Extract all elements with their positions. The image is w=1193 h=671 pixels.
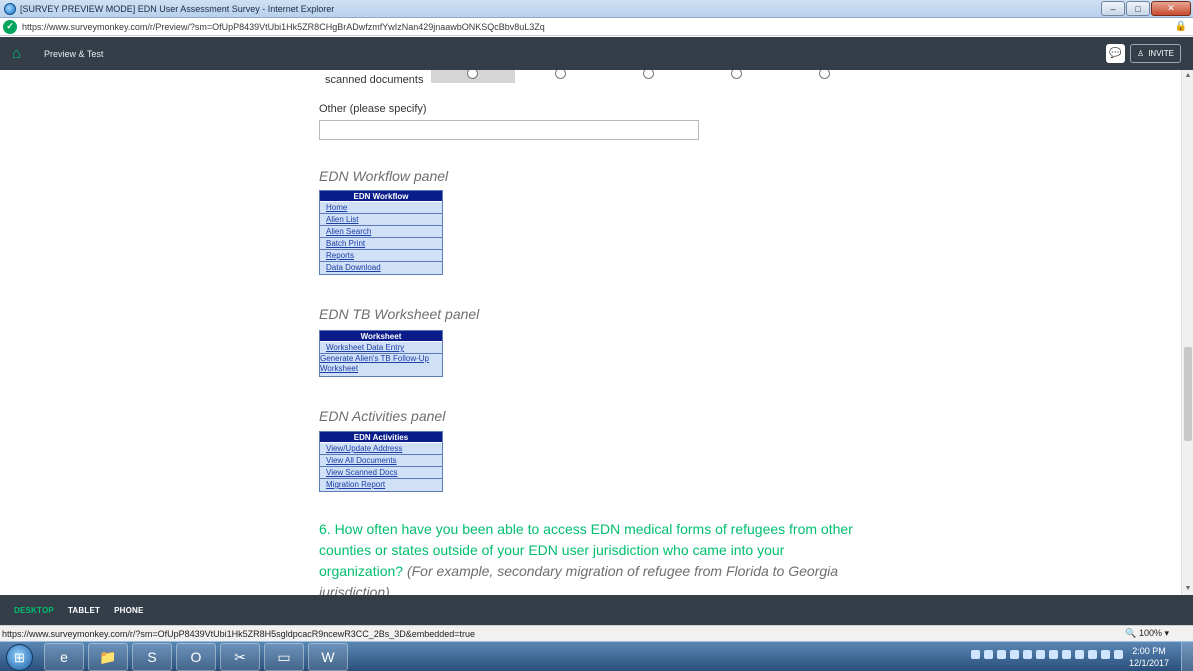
file-explorer-taskbar-icon[interactable]: 📁 — [88, 643, 128, 671]
panel-link: View/Update Address — [320, 443, 442, 455]
tab-phone[interactable]: PHONE — [114, 606, 143, 615]
question-6: 6. How often have you been able to acces… — [319, 519, 864, 595]
tab-tablet[interactable]: TABLET — [68, 606, 100, 615]
panel-link: Batch Print — [320, 238, 442, 250]
restore-button[interactable]: □ — [1126, 1, 1150, 16]
invite-label: INVITE — [1148, 49, 1174, 58]
window-controls: – □ ✕ — [1101, 1, 1191, 16]
other-label: Other (please specify) — [319, 103, 427, 115]
edn-workflow-panel-image: EDN Workflow Home Alien List Alien Searc… — [319, 190, 443, 275]
tray-icon[interactable] — [1114, 650, 1123, 659]
outlook-taskbar-icon[interactable]: O — [176, 643, 216, 671]
panel-link: View Scanned Docs — [320, 467, 442, 479]
radio-option[interactable] — [555, 70, 566, 79]
word-taskbar-icon[interactable]: W — [308, 643, 348, 671]
status-url: https://www.surveymonkey.com/r/?sm=OfUpP… — [2, 628, 476, 639]
lock-icon[interactable]: 🔒 — [1175, 21, 1187, 32]
edn-activities-panel-image: EDN Activities View/Update Address View … — [319, 431, 443, 492]
device-preview-bar: DESKTOP TABLET PHONE — [0, 595, 1193, 625]
comment-icon[interactable]: 💬 — [1106, 44, 1125, 63]
clock-time: 2:00 PM — [1132, 646, 1166, 656]
window-title: [SURVEY PREVIEW MODE] EDN User Assessmen… — [20, 3, 335, 14]
panel-link: View All Documents — [320, 455, 442, 467]
workflow-panel-title: EDN Workflow panel — [319, 168, 449, 184]
system-tray[interactable] — [971, 650, 1123, 659]
status-bar: https://www.surveymonkey.com/r/?sm=OfUpP… — [0, 625, 1193, 641]
panel-header: EDN Activities — [320, 432, 442, 443]
tray-icon[interactable] — [1010, 650, 1019, 659]
survey-content: scanned documents Other (please specify)… — [0, 70, 1181, 595]
panel-header: EDN Workflow — [320, 191, 442, 202]
panel-header: Worksheet — [320, 331, 442, 342]
surveymonkey-header: ⌂ Preview & Test 💬 ♙ INVITE — [0, 37, 1193, 70]
close-button[interactable]: ✕ — [1151, 1, 1191, 16]
zoom-icon: 🔍 — [1125, 628, 1137, 638]
zoom-value: 100% — [1138, 628, 1162, 638]
skype-taskbar-icon[interactable]: S — [132, 643, 172, 671]
panel-link: Home — [320, 202, 442, 214]
tray-icon[interactable] — [984, 650, 993, 659]
tray-icon[interactable] — [1023, 650, 1032, 659]
vertical-scrollbar[interactable]: ▲ ▼ — [1181, 70, 1193, 595]
user-icon: ♙ — [1137, 49, 1145, 58]
tray-icon[interactable] — [971, 650, 980, 659]
system-clock[interactable]: 2:00 PM 12/1/2017 — [1129, 645, 1169, 669]
tray-icon[interactable] — [1101, 650, 1110, 659]
radio-option[interactable] — [643, 70, 654, 79]
start-button[interactable]: ⊞ — [6, 644, 33, 671]
tray-icon[interactable] — [997, 650, 1006, 659]
snipping-tool-taskbar-icon[interactable]: ✂ — [220, 643, 260, 671]
tray-icon[interactable] — [1075, 650, 1084, 659]
windows-taskbar: ⊞ e 📁 S O ✂ ▭ W 2:00 PM 12/1/2017 — [0, 641, 1193, 671]
panel-link: Generate Alien's TB Follow-Up Worksheet — [320, 354, 442, 376]
show-desktop-button[interactable] — [1181, 642, 1193, 671]
panel-link: Alien Search — [320, 226, 442, 238]
surveymonkey-logo-icon[interactable]: ⌂ — [12, 46, 32, 61]
panel-link: Data Download — [320, 262, 442, 274]
radio-option[interactable] — [731, 70, 742, 79]
tray-icon[interactable] — [1062, 650, 1071, 659]
panel-link: Migration Report — [320, 479, 442, 491]
tray-icon[interactable] — [1049, 650, 1058, 659]
worksheet-panel-title: EDN TB Worksheet panel — [319, 306, 480, 322]
tray-icon[interactable] — [1036, 650, 1045, 659]
edn-worksheet-panel-image: Worksheet Worksheet Data Entry Generate … — [319, 330, 443, 377]
other-text-field[interactable] — [319, 120, 699, 140]
panel-link: Reports — [320, 250, 442, 262]
minimize-button[interactable]: – — [1101, 1, 1125, 16]
panel-link: Worksheet Data Entry — [320, 342, 442, 354]
sticky-notes-taskbar-icon[interactable]: ▭ — [264, 643, 304, 671]
surveymonkey-favicon-icon: ✓ — [3, 19, 17, 34]
address-bar[interactable]: ✓ https://www.surveymonkey.com/r/Preview… — [0, 18, 1193, 36]
scroll-up-icon[interactable]: ▲ — [1182, 70, 1193, 82]
panel-link: Alien List — [320, 214, 442, 226]
internet-explorer-icon — [4, 2, 16, 15]
internet-explorer-taskbar-icon[interactable]: e — [44, 643, 84, 671]
zoom-level[interactable]: 🔍 100% ▾ — [1125, 628, 1169, 639]
activities-panel-title: EDN Activities panel — [319, 408, 446, 424]
matrix-row-label: scanned documents — [325, 74, 424, 86]
invite-button[interactable]: ♙ INVITE — [1130, 44, 1181, 63]
address-url[interactable]: https://www.surveymonkey.com/r/Preview/?… — [22, 22, 545, 32]
scroll-thumb[interactable] — [1184, 347, 1192, 441]
clock-date: 12/1/2017 — [1128, 658, 1169, 668]
scroll-down-icon[interactable]: ▼ — [1182, 583, 1193, 595]
tray-icon[interactable] — [1088, 650, 1097, 659]
tab-desktop[interactable]: DESKTOP — [14, 606, 54, 615]
window-title-bar: [SURVEY PREVIEW MODE] EDN User Assessmen… — [0, 0, 1193, 18]
radio-option[interactable] — [819, 70, 830, 79]
header-title: Preview & Test — [44, 48, 104, 59]
